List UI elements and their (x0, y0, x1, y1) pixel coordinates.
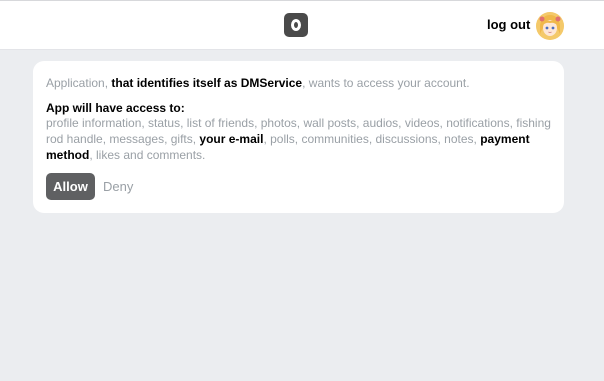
permission-intro: Application, that identifies itself as D… (46, 75, 551, 91)
logout-link[interactable]: log out (487, 17, 530, 33)
access-title: App will have access to: (46, 101, 185, 115)
app-identity: that identifies itself as DMService (111, 76, 303, 90)
anime-girl-avatar-icon (536, 12, 564, 40)
allow-button[interactable]: Allow (46, 173, 95, 200)
top-bar: log out (0, 0, 604, 49)
oauth-permission-card: Application, that identifies itself as D… (33, 61, 564, 213)
intro-suffix: , wants to access your account. (302, 76, 470, 90)
intro-prefix: Application, (46, 76, 112, 90)
permissions-list: profile information, status, list of fri… (46, 115, 551, 163)
deny-button[interactable]: Deny (103, 179, 133, 194)
permission-email: your e-mail (199, 132, 264, 146)
avatar[interactable] (536, 12, 564, 40)
app-logo-icon[interactable] (284, 13, 308, 37)
permissions-text-3: , likes and comments. (89, 148, 206, 162)
logo-ring-shape (291, 19, 301, 31)
permissions-text-2: , polls, communities, discussions, notes… (263, 132, 481, 146)
dialog-actions: Allow Deny (46, 173, 133, 200)
